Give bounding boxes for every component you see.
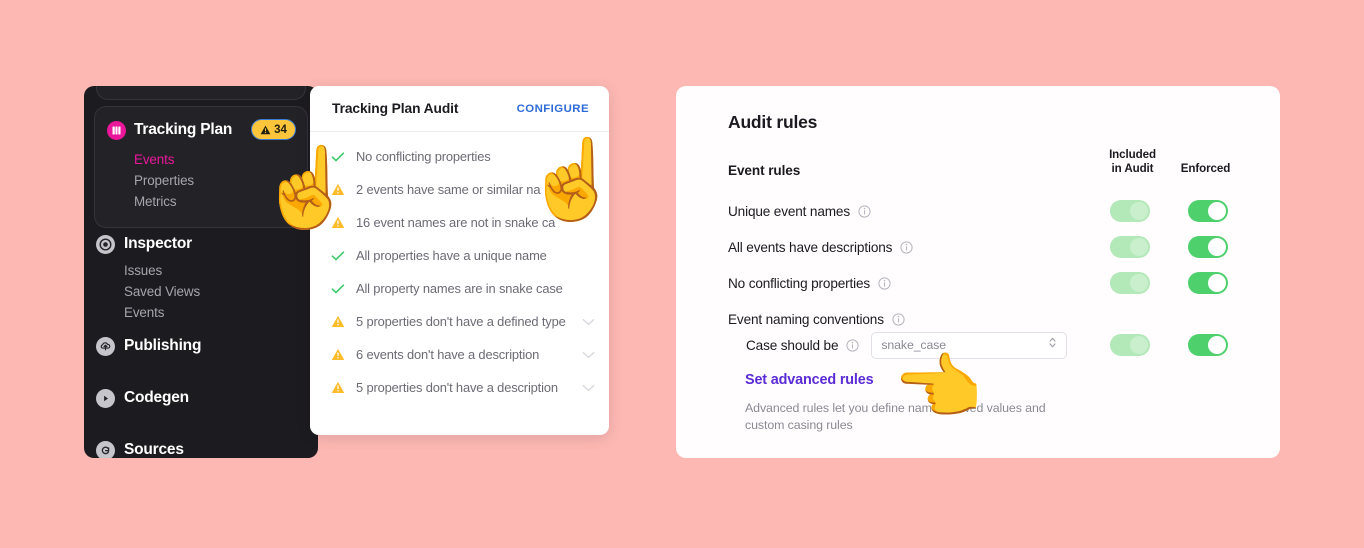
rule-row: All events have descriptions bbox=[728, 234, 1242, 260]
warning-triangle-icon bbox=[330, 347, 346, 363]
set-advanced-rules-link[interactable]: Set advanced rules bbox=[745, 372, 874, 388]
cloud-upload-icon bbox=[96, 336, 115, 356]
toggle-enforced[interactable] bbox=[1188, 200, 1228, 222]
status-badge[interactable]: 34 bbox=[251, 119, 296, 140]
info-icon[interactable] bbox=[858, 204, 871, 218]
sidebar-item-sources[interactable]: Sources bbox=[96, 438, 308, 458]
chevron-down-icon[interactable] bbox=[582, 318, 595, 326]
info-icon[interactable] bbox=[892, 312, 905, 326]
chevron-down-icon[interactable] bbox=[582, 384, 595, 392]
inspector-sub-items: Issues Saved Views Events bbox=[96, 260, 308, 323]
sidebar-card-peek bbox=[96, 86, 306, 100]
sidebar-item-saved-views[interactable]: Saved Views bbox=[124, 281, 308, 302]
pointing-up-hand-icon: ☝ bbox=[524, 135, 622, 223]
rule-row: Unique event names bbox=[728, 198, 1242, 224]
list-item[interactable]: All property names are in snake case bbox=[310, 272, 609, 305]
tracking-plan-header[interactable]: Tracking Plan 34 bbox=[107, 117, 296, 143]
sidebar-item-codegen-label: Codegen bbox=[124, 389, 189, 406]
page-title: Audit rules bbox=[728, 112, 818, 132]
sidebar-item-sources-label: Sources bbox=[124, 441, 184, 458]
sidebar-item-codegen[interactable]: Codegen bbox=[96, 386, 308, 410]
warning-triangle-icon bbox=[330, 380, 346, 396]
rule-toggles bbox=[1096, 272, 1242, 294]
sidebar-item-inspector-label: Inspector bbox=[124, 235, 192, 252]
sidebar-item-publishing[interactable]: Publishing bbox=[96, 334, 308, 358]
toggle-included-in-audit[interactable] bbox=[1110, 272, 1150, 294]
sidebar-section-inspector[interactable]: Inspector Issues Saved Views Events bbox=[96, 232, 308, 323]
warning-triangle-icon bbox=[260, 125, 271, 134]
rule-row: Event naming conventions bbox=[728, 306, 1242, 332]
list-item-label: 5 properties don't have a defined type bbox=[356, 314, 566, 329]
column-header-included-in-audit: Included in Audit bbox=[1096, 148, 1169, 176]
rule-toggles bbox=[1096, 236, 1242, 258]
section-label-event-rules: Event rules bbox=[728, 163, 801, 178]
toggle-enforced[interactable] bbox=[1188, 236, 1228, 258]
info-icon[interactable] bbox=[846, 338, 859, 352]
tracking-plan-label: Tracking Plan bbox=[134, 121, 233, 138]
list-item-label: 6 events don't have a description bbox=[356, 347, 540, 362]
rule-toggles bbox=[1096, 334, 1242, 356]
rule-label: Case should be bbox=[746, 337, 839, 353]
sidebar-item-issues[interactable]: Issues bbox=[124, 260, 308, 281]
list-item[interactable]: 5 properties don't have a description bbox=[310, 371, 609, 404]
sidebar: Tracking Plan 34 Events Properties Metri… bbox=[84, 86, 318, 458]
rule-label: Event naming conventions bbox=[728, 311, 884, 327]
pointing-up-hand-icon: ☝ bbox=[258, 143, 356, 231]
book-icon bbox=[107, 120, 126, 140]
sidebar-section-sources[interactable]: Sources bbox=[96, 438, 308, 458]
sidebar-item-inspector[interactable]: Inspector bbox=[96, 232, 308, 256]
list-item[interactable]: 5 properties don't have a defined type bbox=[310, 305, 609, 338]
list-item[interactable]: 6 events don't have a description bbox=[310, 338, 609, 371]
chevron-down-icon[interactable] bbox=[582, 351, 595, 359]
toggle-included-in-audit[interactable] bbox=[1110, 200, 1150, 222]
sidebar-section-publishing[interactable]: Publishing bbox=[96, 334, 308, 358]
target-icon bbox=[96, 234, 115, 254]
badge-count: 34 bbox=[274, 123, 287, 136]
audit-popover-title: Tracking Plan Audit bbox=[332, 101, 459, 116]
sidebar-item-publishing-label: Publishing bbox=[124, 337, 202, 354]
toggle-enforced[interactable] bbox=[1188, 272, 1228, 294]
toggle-included-in-audit[interactable] bbox=[1110, 334, 1150, 356]
info-icon[interactable] bbox=[900, 240, 913, 254]
toggle-included-in-audit[interactable] bbox=[1110, 236, 1150, 258]
rule-row: No conflicting properties bbox=[728, 270, 1242, 296]
play-icon bbox=[96, 388, 115, 408]
sidebar-item-inspector-events[interactable]: Events bbox=[124, 302, 308, 323]
list-item[interactable]: All properties have a unique name bbox=[310, 239, 609, 272]
info-icon[interactable] bbox=[878, 276, 891, 290]
rule-row-case: Case should be snake_case bbox=[728, 331, 1242, 359]
check-icon bbox=[330, 248, 346, 264]
pointing-left-hand-icon: 👈 bbox=[893, 348, 983, 428]
list-item-label: All properties have a unique name bbox=[356, 248, 547, 263]
rules-column-headers: Included in Audit Enforced bbox=[1096, 148, 1242, 176]
sources-icon bbox=[96, 440, 115, 458]
check-icon bbox=[330, 281, 346, 297]
toggle-enforced[interactable] bbox=[1188, 334, 1228, 356]
list-item-label: All property names are in snake case bbox=[356, 281, 563, 296]
column-header-included-line2: in Audit bbox=[1111, 162, 1154, 175]
configure-link[interactable]: CONFIGURE bbox=[517, 103, 589, 115]
list-item-label: 5 properties don't have a description bbox=[356, 380, 558, 395]
column-header-included-line1: Included bbox=[1109, 148, 1156, 161]
rule-toggles bbox=[1096, 200, 1242, 222]
audit-popover-header: Tracking Plan Audit CONFIGURE bbox=[310, 86, 609, 132]
warning-triangle-icon bbox=[330, 314, 346, 330]
chevron-up-down-icon bbox=[1048, 336, 1057, 354]
rule-label: No conflicting properties bbox=[728, 275, 871, 291]
rule-label: Unique event names bbox=[728, 203, 850, 219]
sidebar-section-codegen[interactable]: Codegen bbox=[96, 386, 308, 410]
column-header-enforced: Enforced bbox=[1180, 162, 1231, 175]
rule-label: All events have descriptions bbox=[728, 239, 893, 255]
